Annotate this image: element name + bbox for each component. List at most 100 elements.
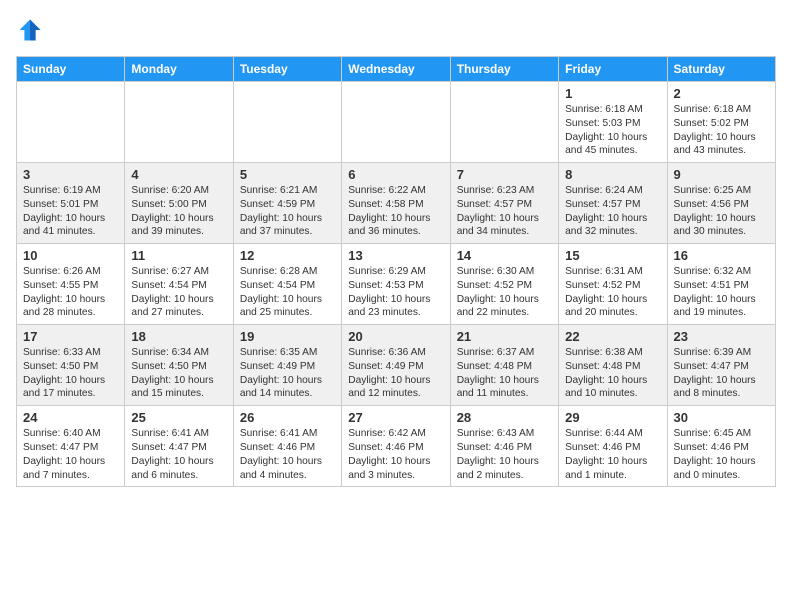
cell-info: Sunset: 4:57 PM (565, 198, 660, 212)
day-number: 9 (674, 167, 769, 182)
cell-info: Daylight: 10 hours (565, 131, 660, 145)
day-number: 4 (131, 167, 226, 182)
cell-info: Sunset: 4:46 PM (240, 441, 335, 455)
day-cell-2: 2Sunrise: 6:18 AMSunset: 5:02 PMDaylight… (667, 82, 775, 163)
day-number: 6 (348, 167, 443, 182)
cell-info: Sunset: 4:47 PM (674, 360, 769, 374)
cell-info: Sunset: 4:50 PM (23, 360, 118, 374)
day-number: 17 (23, 329, 118, 344)
cell-info: Daylight: 10 hours (240, 293, 335, 307)
cell-info: Daylight: 10 hours (565, 293, 660, 307)
day-cell-17: 17Sunrise: 6:33 AMSunset: 4:50 PMDayligh… (17, 325, 125, 406)
cell-info: Sunset: 4:47 PM (23, 441, 118, 455)
day-cell-19: 19Sunrise: 6:35 AMSunset: 4:49 PMDayligh… (233, 325, 341, 406)
day-cell-13: 13Sunrise: 6:29 AMSunset: 4:53 PMDayligh… (342, 244, 450, 325)
day-number: 12 (240, 248, 335, 263)
cell-info: Daylight: 10 hours (348, 455, 443, 469)
calendar-table: SundayMondayTuesdayWednesdayThursdayFrid… (16, 56, 776, 487)
day-number: 18 (131, 329, 226, 344)
day-cell-16: 16Sunrise: 6:32 AMSunset: 4:51 PMDayligh… (667, 244, 775, 325)
cell-info: Sunrise: 6:39 AM (674, 346, 769, 360)
empty-cell (233, 82, 341, 163)
cell-info: Sunset: 4:47 PM (131, 441, 226, 455)
cell-info: and 0 minutes. (674, 469, 769, 483)
cell-info: and 11 minutes. (457, 387, 552, 401)
day-number: 15 (565, 248, 660, 263)
cell-info: Sunrise: 6:28 AM (240, 265, 335, 279)
cell-info: Sunrise: 6:18 AM (674, 103, 769, 117)
cell-info: Sunrise: 6:22 AM (348, 184, 443, 198)
cell-info: Daylight: 10 hours (23, 374, 118, 388)
cell-info: and 1 minute. (565, 469, 660, 483)
cell-info: Sunset: 4:48 PM (565, 360, 660, 374)
day-cell-26: 26Sunrise: 6:41 AMSunset: 4:46 PMDayligh… (233, 406, 341, 487)
cell-info: Sunrise: 6:18 AM (565, 103, 660, 117)
cell-info: Daylight: 10 hours (674, 455, 769, 469)
cell-info: Sunset: 4:57 PM (457, 198, 552, 212)
day-cell-8: 8Sunrise: 6:24 AMSunset: 4:57 PMDaylight… (559, 163, 667, 244)
day-number: 19 (240, 329, 335, 344)
cell-info: and 25 minutes. (240, 306, 335, 320)
weekday-header-wednesday: Wednesday (342, 57, 450, 82)
weekday-header-friday: Friday (559, 57, 667, 82)
cell-info: Sunrise: 6:24 AM (565, 184, 660, 198)
day-cell-27: 27 Sunrise: 6:42 AMSunset: 4:46 PMDayligh… (342, 406, 450, 487)
day-number: 27 (348, 410, 443, 425)
cell-info: Sunset: 4:58 PM (348, 198, 443, 212)
cell-info: Daylight: 10 hours (457, 212, 552, 226)
empty-cell (17, 82, 125, 163)
day-cell-21: 21Sunrise: 6:37 AMSunset: 4:48 PMDayligh… (450, 325, 558, 406)
cell-info: and 4 minutes. (240, 469, 335, 483)
cell-info: and 2 minutes. (457, 469, 552, 483)
cell-info: Daylight: 10 hours (348, 293, 443, 307)
cell-info: Sunrise: 6:23 AM (457, 184, 552, 198)
cell-info: Sunrise: 6:25 AM (674, 184, 769, 198)
cell-info: Daylight: 10 hours (674, 212, 769, 226)
cell-info: Daylight: 10 hours (131, 374, 226, 388)
empty-cell (125, 82, 233, 163)
day-cell-18: 18Sunrise: 6:34 AMSunset: 4:50 PMDayligh… (125, 325, 233, 406)
cell-info: and 17 minutes. (23, 387, 118, 401)
cell-info: Sunrise: 6:20 AM (131, 184, 226, 198)
cell-info: Sunset: 5:00 PM (131, 198, 226, 212)
page-header (16, 16, 776, 44)
cell-info: Daylight: 10 hours (131, 293, 226, 307)
cell-info: Sunrise: 6:41 AM (240, 427, 335, 441)
weekday-header-tuesday: Tuesday (233, 57, 341, 82)
weekday-header-thursday: Thursday (450, 57, 558, 82)
day-cell-14: 14Sunrise: 6:30 AMSunset: 4:52 PMDayligh… (450, 244, 558, 325)
cell-info: and 43 minutes. (674, 144, 769, 158)
cell-info: Sunrise: 6:37 AM (457, 346, 552, 360)
cell-info: Sunrise: 6:32 AM (674, 265, 769, 279)
day-number: 20 (348, 329, 443, 344)
cell-info: and 22 minutes. (457, 306, 552, 320)
day-number: 25 (131, 410, 226, 425)
week-row-4: 17Sunrise: 6:33 AMSunset: 4:50 PMDayligh… (17, 325, 776, 406)
day-number: 30 (674, 410, 769, 425)
cell-info: and 19 minutes. (674, 306, 769, 320)
day-number: 8 (565, 167, 660, 182)
cell-info: and 41 minutes. (23, 225, 118, 239)
cell-info: Sunrise: 6:26 AM (23, 265, 118, 279)
cell-info: Sunrise: 6:35 AM (240, 346, 335, 360)
day-number: 11 (131, 248, 226, 263)
cell-info: Sunrise: 6:43 AM (457, 427, 552, 441)
calendar-header: SundayMondayTuesdayWednesdayThursdayFrid… (17, 57, 776, 82)
cell-info: Sunrise: 6:42 AM (348, 427, 443, 441)
cell-info: Sunset: 4:51 PM (674, 279, 769, 293)
cell-info: and 23 minutes. (348, 306, 443, 320)
cell-info: Sunset: 4:46 PM (674, 441, 769, 455)
cell-info: Sunrise: 6:38 AM (565, 346, 660, 360)
cell-info: Sunrise: 6:44 AM (565, 427, 660, 441)
cell-info: Sunset: 4:53 PM (348, 279, 443, 293)
cell-info: and 27 minutes. (131, 306, 226, 320)
cell-info: Sunset: 4:48 PM (457, 360, 552, 374)
cell-info: and 45 minutes. (565, 144, 660, 158)
day-cell-15: 15Sunrise: 6:31 AMSunset: 4:52 PMDayligh… (559, 244, 667, 325)
cell-info: Sunset: 4:54 PM (131, 279, 226, 293)
cell-info: Sunrise: 6:19 AM (23, 184, 118, 198)
cell-info: Daylight: 10 hours (457, 374, 552, 388)
cell-info: Sunset: 4:46 PM (348, 441, 443, 455)
cell-info: Daylight: 10 hours (131, 212, 226, 226)
cell-info: Sunrise: 6:40 AM (23, 427, 118, 441)
